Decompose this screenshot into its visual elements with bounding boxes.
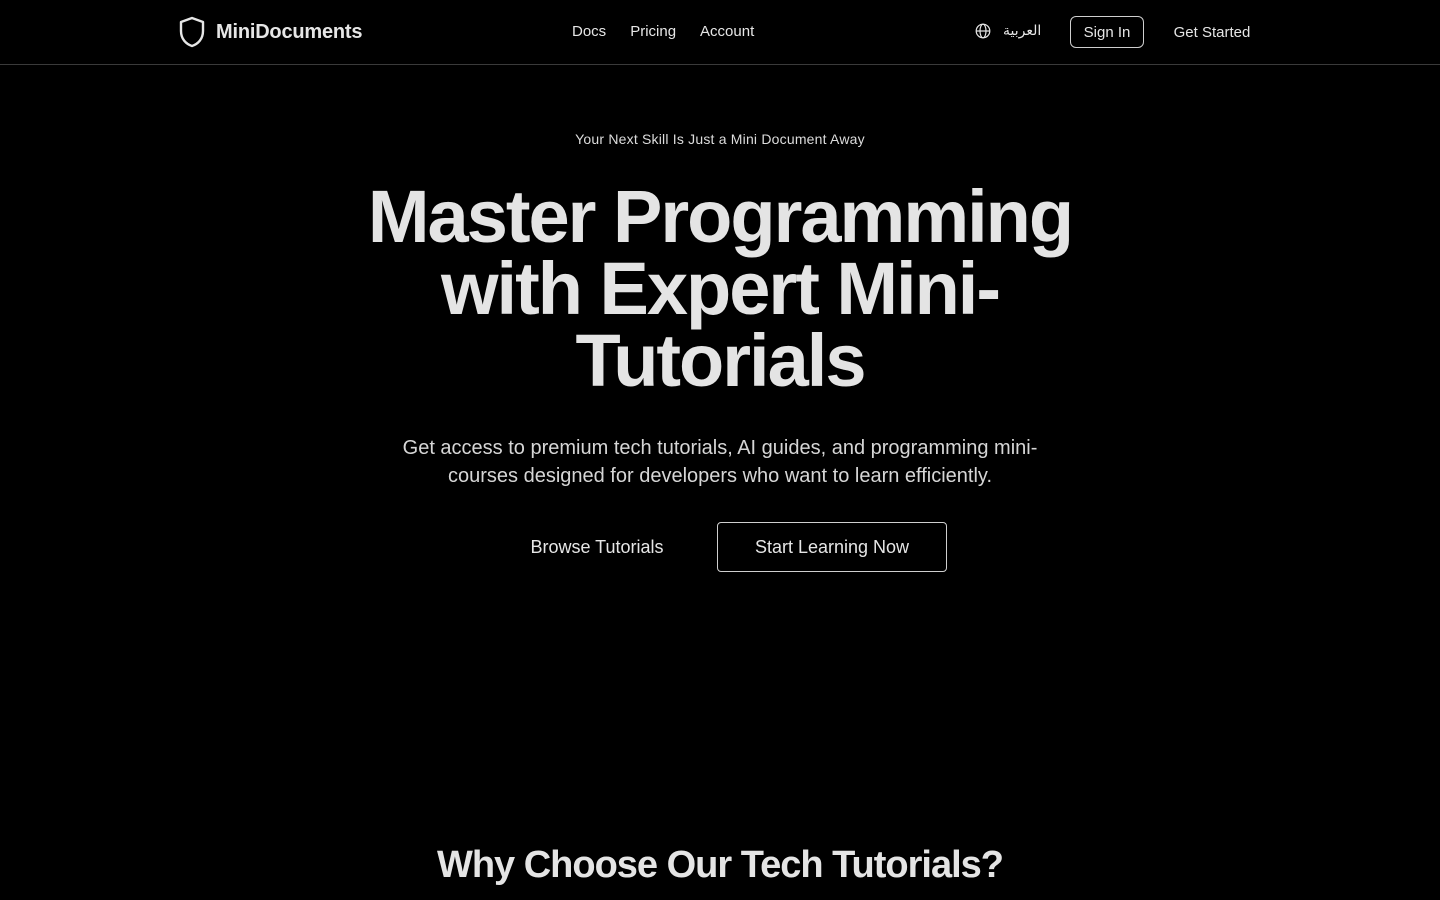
nav-link-docs[interactable]: Docs — [572, 22, 606, 42]
globe-icon — [975, 23, 991, 39]
main-nav: Docs Pricing Account — [572, 22, 754, 42]
nav-link-pricing[interactable]: Pricing — [630, 22, 676, 42]
browse-tutorials-button[interactable]: Browse Tutorials — [500, 522, 694, 572]
start-learning-button[interactable]: Start Learning Now — [717, 522, 947, 572]
get-started-button[interactable]: Get Started — [1160, 16, 1264, 48]
hero-eyebrow: Your Next Skill Is Just a Mini Document … — [575, 131, 865, 147]
brand-name: MiniDocuments — [216, 20, 363, 43]
brand-logo-link[interactable]: MiniDocuments — [178, 16, 362, 48]
top-navbar: MiniDocuments Docs Pricing Account العرب… — [0, 0, 1440, 65]
shield-icon — [178, 16, 206, 48]
hero-subtext: Get access to premium tech tutorials, AI… — [402, 437, 1038, 487]
language-label: العربية — [1003, 22, 1042, 38]
nav-link-account[interactable]: Account — [700, 22, 754, 42]
language-switcher[interactable]: العربية — [975, 22, 1041, 39]
sign-in-button[interactable]: Sign In — [1070, 16, 1144, 48]
hero-headline: Master Programming with Expert Mini-Tuto… — [367, 175, 1074, 402]
features-section-title: Why Choose Our Tech Tutorials? — [436, 844, 1004, 886]
